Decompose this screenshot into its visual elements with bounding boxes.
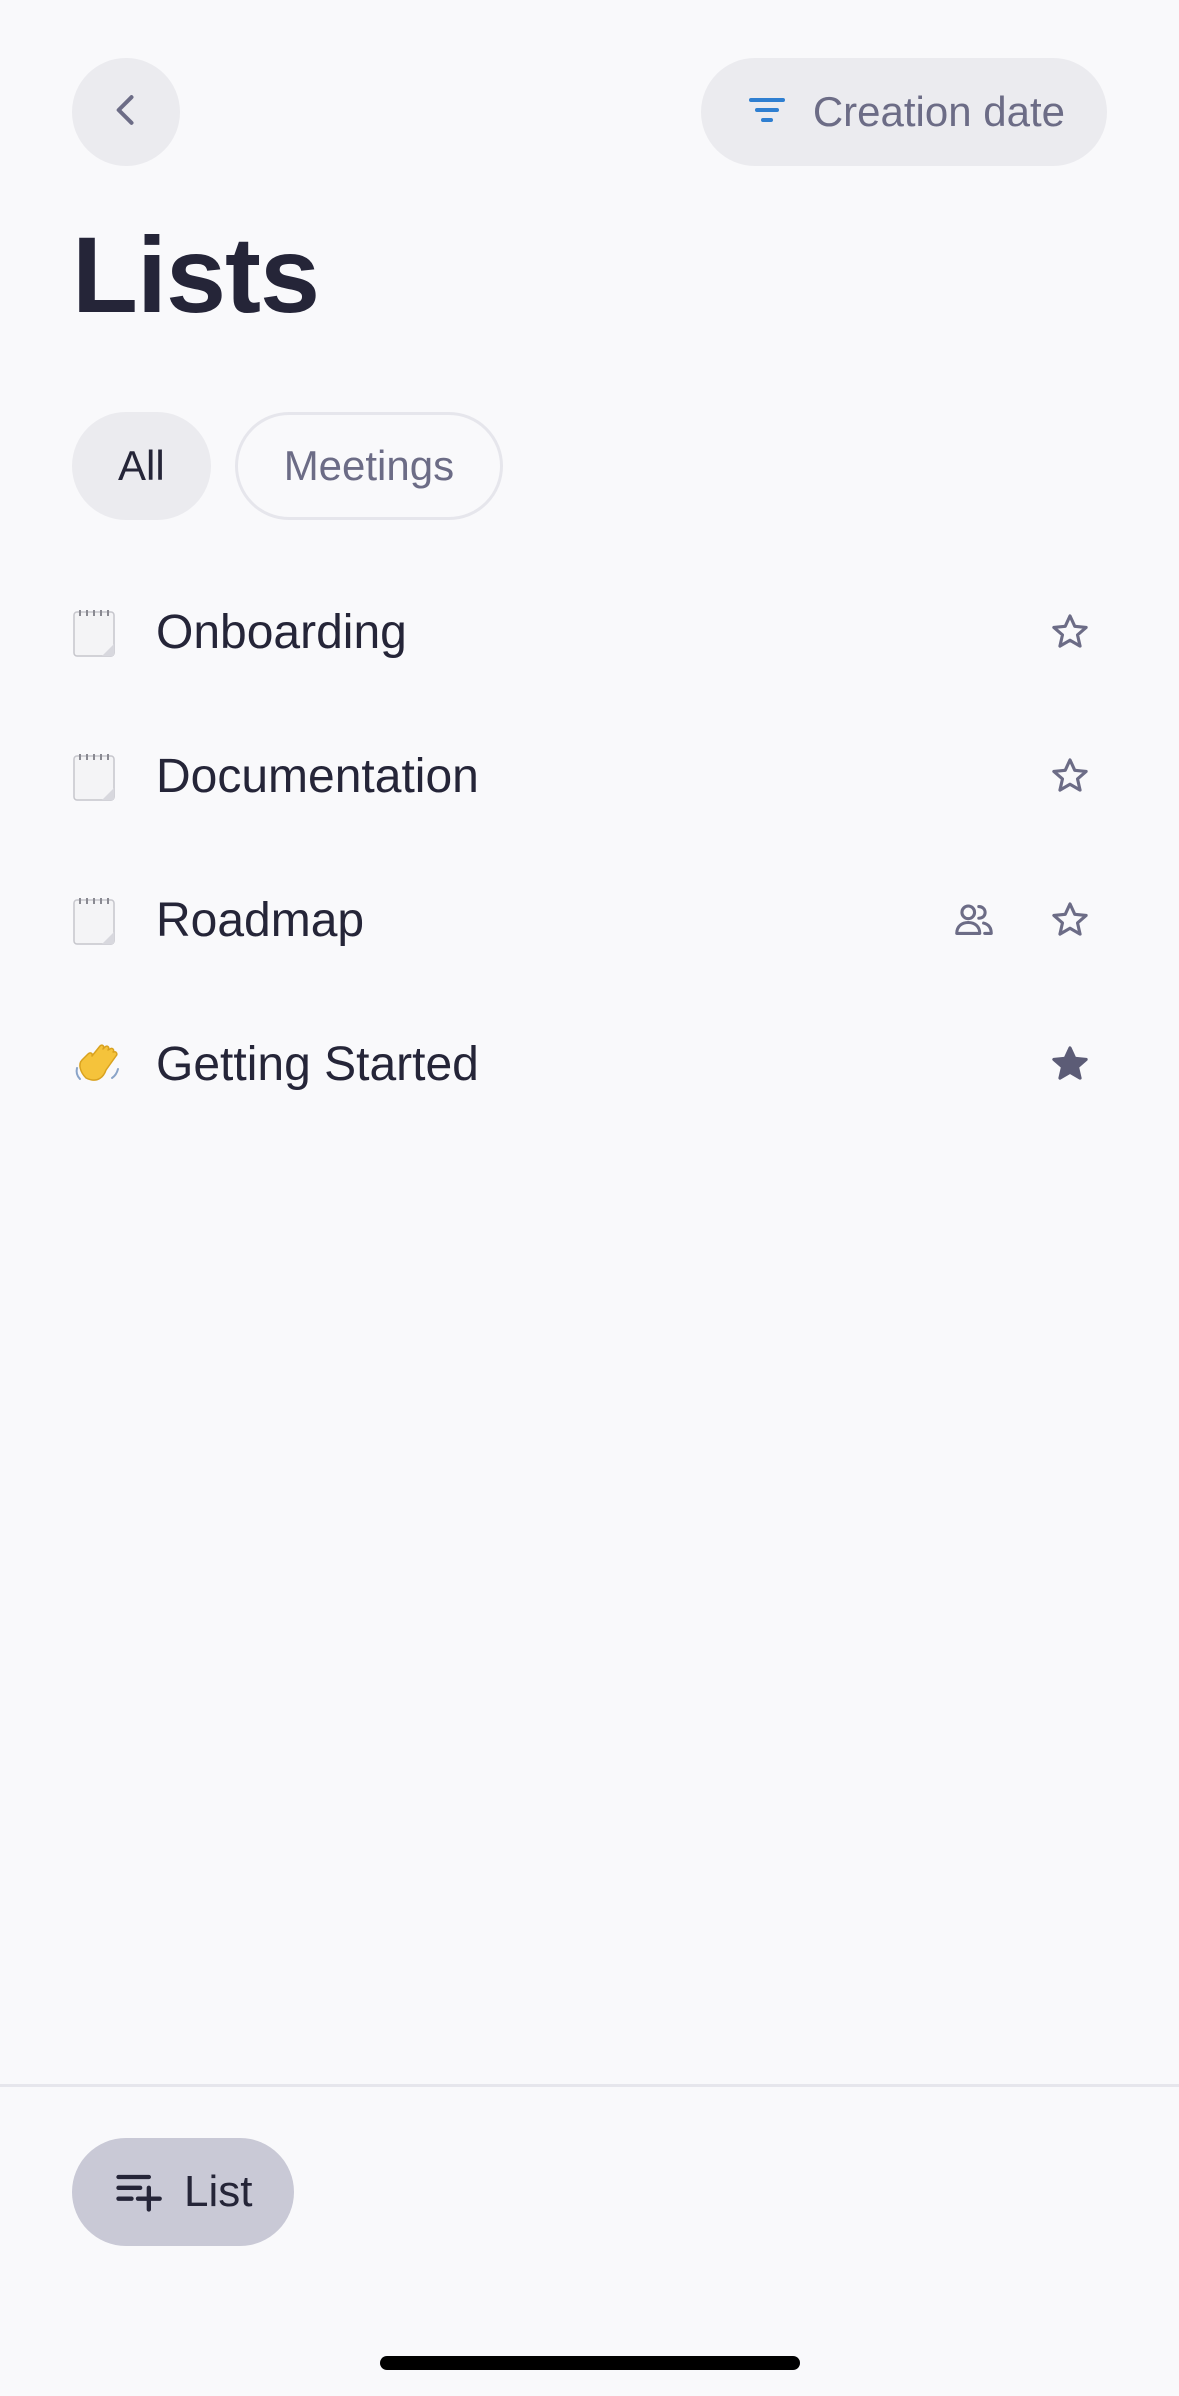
sort-lines-icon bbox=[743, 86, 791, 139]
home-indicator bbox=[380, 2356, 800, 2370]
add-list-icon bbox=[112, 2164, 164, 2221]
star-outline-icon[interactable] bbox=[1041, 603, 1099, 661]
list-item-title: Onboarding bbox=[156, 605, 407, 659]
new-list-button[interactable]: List bbox=[72, 2138, 295, 2246]
star-filled-icon[interactable] bbox=[1041, 1035, 1099, 1093]
list-item-title: Roadmap bbox=[156, 893, 365, 947]
notepad-emoji-icon bbox=[72, 604, 128, 660]
list-item-getting-started[interactable]: Getting Started bbox=[72, 992, 1107, 1136]
waving-hand-emoji-icon bbox=[72, 1036, 128, 1092]
list-item-documentation[interactable]: Documentation bbox=[72, 704, 1107, 848]
list-item-roadmap[interactable]: Roadmap bbox=[72, 848, 1107, 992]
star-outline-icon[interactable] bbox=[1041, 747, 1099, 805]
filter-chip-all[interactable]: All bbox=[72, 412, 211, 520]
list-item-title: Documentation bbox=[156, 749, 479, 803]
back-button[interactable] bbox=[72, 58, 180, 166]
shared-users-icon bbox=[945, 891, 1003, 949]
sort-label: Creation date bbox=[812, 88, 1065, 135]
list-item-onboarding[interactable]: Onboarding bbox=[72, 560, 1107, 704]
page-title: Lists bbox=[72, 214, 320, 335]
star-outline-icon[interactable] bbox=[1041, 891, 1099, 949]
list-item-title: Getting Started bbox=[156, 1037, 479, 1091]
filter-chips: All Meetings bbox=[72, 412, 504, 520]
notepad-emoji-icon bbox=[72, 892, 128, 948]
lists-container: Onboarding Documentation Roadmap Getting… bbox=[72, 560, 1107, 1136]
chevron-left-icon bbox=[104, 88, 148, 137]
new-list-label: List bbox=[184, 2167, 253, 2216]
notepad-emoji-icon bbox=[72, 748, 128, 804]
sort-button[interactable]: Creation date bbox=[700, 58, 1107, 166]
footer-divider bbox=[0, 2084, 1179, 2087]
filter-chip-meetings[interactable]: Meetings bbox=[234, 412, 504, 520]
